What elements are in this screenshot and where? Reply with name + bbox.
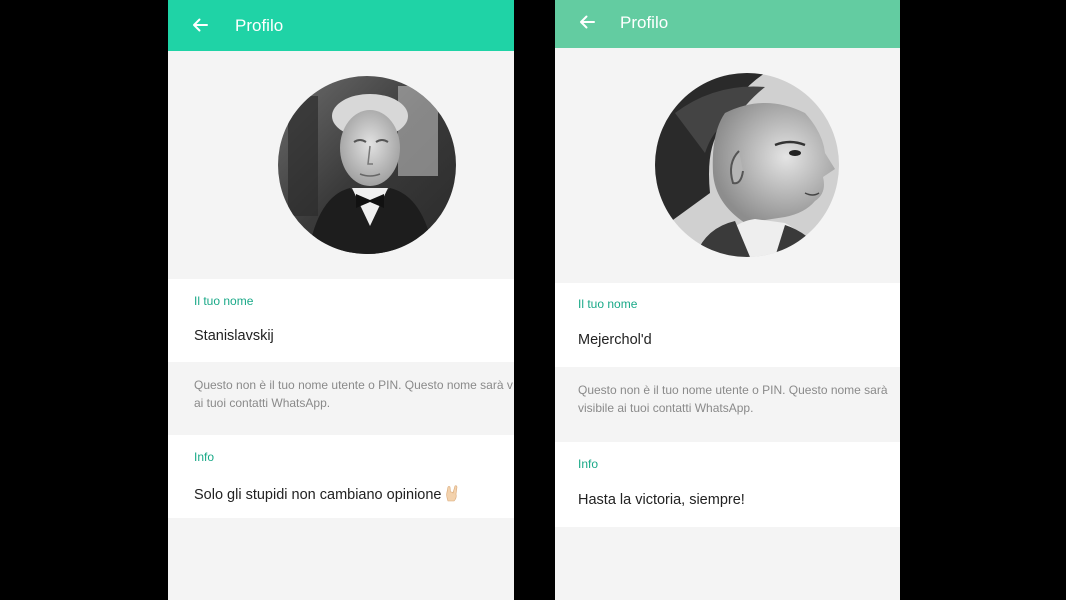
profile-screen-left: Profilo Il tuo nome Stanislavskij Questo…	[168, 0, 514, 600]
name-label: Il tuo nome	[194, 294, 254, 308]
back-arrow-icon[interactable]	[190, 15, 210, 35]
info-card[interactable]: Info Hasta la victoria, siempre!	[555, 442, 900, 527]
profile-photo[interactable]	[655, 73, 839, 257]
name-label: Il tuo nome	[578, 297, 638, 311]
info-label: Info	[578, 457, 599, 471]
name-hint: Questo non è il tuo nome utente o PIN. Q…	[194, 378, 513, 410]
name-hint: Questo non è il tuo nome utente o PIN. Q…	[578, 383, 888, 415]
info-card[interactable]: Info Solo gli stupidi non cambiano opini…	[168, 435, 514, 518]
name-card[interactable]: Il tuo nome Stanislavskij	[168, 279, 514, 362]
page-title: Profilo	[235, 16, 284, 35]
app-bar: Profilo	[555, 0, 900, 48]
name-card[interactable]: Il tuo nome Mejerchol'd	[555, 283, 900, 367]
sign-of-the-horns-icon	[446, 485, 458, 502]
info-label: Info	[194, 450, 215, 464]
name-value[interactable]: Stanislavskij	[194, 328, 274, 344]
name-value[interactable]: Mejerchol'd	[578, 332, 652, 348]
back-arrow-icon[interactable]	[577, 12, 597, 32]
app-bar: Profilo	[168, 0, 514, 51]
page-title: Profilo	[620, 13, 669, 32]
profile-photo[interactable]	[278, 76, 456, 254]
info-value[interactable]: Solo gli stupidi non cambiano opinione	[194, 484, 461, 503]
info-value[interactable]: Hasta la victoria, siempre!	[578, 492, 745, 508]
profile-screen-right: Profilo Il tuo nome Mejerchol'd Questo n…	[555, 0, 900, 600]
